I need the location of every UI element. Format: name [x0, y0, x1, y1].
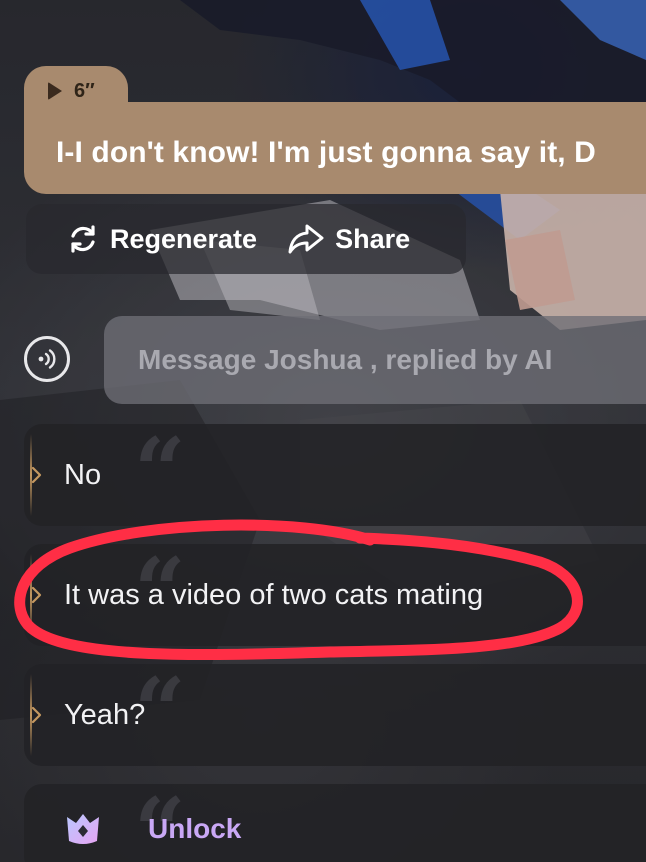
suggestion-card[interactable]: “ It was a video of two cats mating — [24, 544, 646, 646]
voice-duration: 6″ — [74, 79, 95, 102]
sound-wave-icon — [38, 349, 56, 369]
suggestion-text: Yeah? — [64, 698, 146, 731]
message-input-placeholder: Message Joshua , replied by AI — [138, 344, 553, 375]
crown-gem-icon — [67, 814, 99, 844]
regenerate-label: Regenerate — [110, 223, 258, 254]
unlock-card[interactable]: “ Unlock — [24, 784, 646, 862]
quote-mark-icon: “ — [134, 424, 186, 524]
chevron-right-icon — [31, 586, 42, 604]
share-icon — [288, 224, 324, 254]
chevron-right-icon — [31, 706, 42, 724]
suggestion-card[interactable]: “ No — [24, 424, 646, 526]
voice-message-bubble[interactable]: I-I don't know! I'm just gonna say it, D — [24, 102, 646, 194]
message-input[interactable]: Message Joshua , replied by AI — [104, 316, 646, 404]
chevron-right-icon — [31, 466, 42, 484]
message-actions-bar: Regenerate Share — [26, 204, 466, 274]
voice-input-button[interactable] — [24, 336, 70, 382]
refresh-icon — [71, 225, 95, 253]
suggestion-text: It was a video of two cats mating — [64, 578, 484, 611]
suggestion-card[interactable]: “ Yeah? — [24, 664, 646, 766]
regenerate-button[interactable]: Regenerate — [66, 222, 257, 256]
play-icon — [48, 82, 62, 100]
share-label: Share — [335, 223, 411, 254]
voice-message-text: I-I don't know! I'm just gonna say it, D — [56, 136, 596, 169]
share-button[interactable]: Share — [287, 222, 410, 256]
unlock-label: Unlock — [148, 813, 242, 844]
suggestion-text: No — [64, 458, 102, 491]
